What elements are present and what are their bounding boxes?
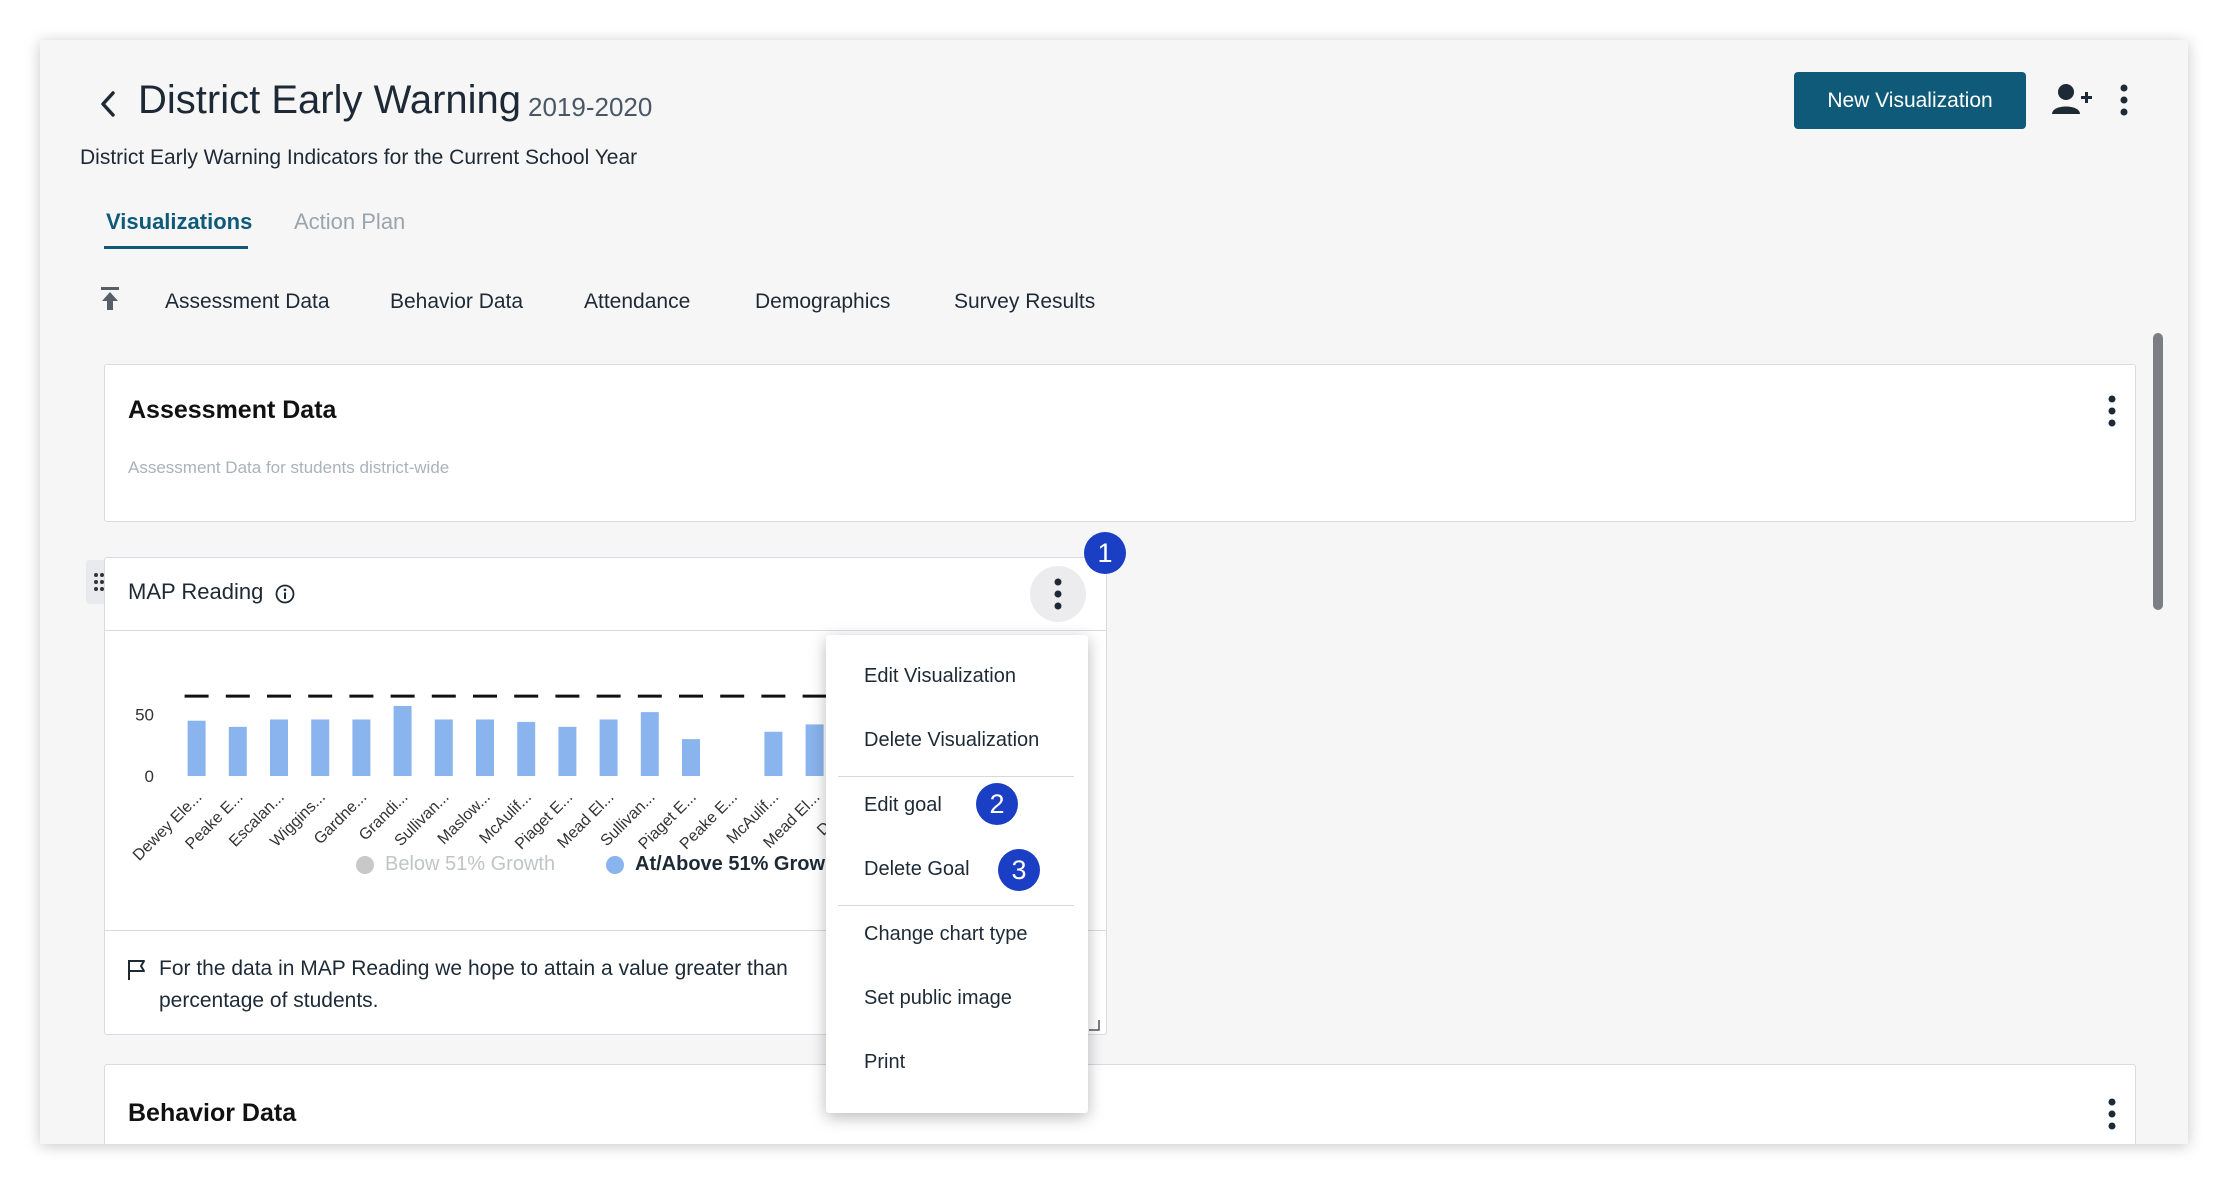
more-options-icon[interactable] (2112, 80, 2136, 120)
behavior-card-title: Behavior Data (128, 1099, 297, 1127)
active-tab-indicator (104, 246, 248, 249)
behavior-card-more-icon[interactable] (2100, 1094, 2124, 1134)
bar-at-above-growth[interactable] (393, 705, 412, 776)
bar-at-above-growth[interactable] (434, 719, 453, 776)
goal-text-line-2: percentage of students. (159, 989, 379, 1012)
page-title: District Early Warning (138, 78, 522, 122)
vertical-scrollbar[interactable] (2153, 333, 2163, 610)
viz-more-options-icon[interactable] (1030, 566, 1086, 622)
scroll-to-top-icon[interactable] (98, 284, 122, 314)
bar-at-above-growth[interactable] (805, 724, 824, 776)
bar-at-above-growth[interactable] (352, 719, 371, 776)
info-icon[interactable] (274, 583, 296, 605)
goal-description: For the data in MAP Reading we hope to a… (159, 953, 879, 1017)
resize-handle-icon[interactable] (1088, 1018, 1100, 1031)
legend-above-dot[interactable] (606, 856, 624, 874)
bar-at-above-growth[interactable] (270, 719, 288, 776)
legend-below-label[interactable]: Below 51% Growth (385, 853, 555, 876)
bar-at-above-growth[interactable] (558, 726, 577, 776)
bar-at-above-growth[interactable] (476, 719, 494, 776)
goal-text-line-1: For the data in MAP Reading we hope to a… (159, 957, 788, 980)
bar-at-above-growth[interactable] (311, 719, 330, 776)
assessment-data-card (104, 364, 2136, 522)
callout-badge-3: 3 (998, 849, 1040, 891)
add-user-icon[interactable] (2050, 82, 2094, 118)
assessment-card-title: Assessment Data (128, 396, 337, 424)
bar-at-above-growth[interactable] (517, 721, 536, 776)
bar-at-above-growth[interactable] (228, 726, 247, 776)
back-chevron-icon[interactable] (94, 86, 122, 122)
y-tick-label: 0 (145, 767, 154, 786)
bar-at-above-growth[interactable] (187, 720, 206, 776)
y-tick-label: 50 (135, 706, 154, 725)
menu-delete-visualization[interactable]: Delete Visualization (864, 729, 1039, 752)
menu-divider (838, 776, 1074, 777)
tab-action-plan[interactable]: Action Plan (294, 209, 405, 235)
viz-title: MAP Reading (128, 579, 264, 604)
flag-icon (126, 958, 148, 982)
legend-above-label[interactable]: At/Above 51% Grow (635, 853, 825, 876)
new-visualization-button[interactable]: New Visualization (1794, 72, 2026, 129)
menu-change-chart-type[interactable]: Change chart type (864, 923, 1027, 946)
bar-at-above-growth[interactable] (764, 731, 783, 776)
legend-below-dot[interactable] (356, 856, 374, 874)
assessment-card-more-icon[interactable] (2100, 391, 2124, 431)
menu-divider (838, 905, 1074, 906)
section-nav-demographics[interactable]: Demographics (755, 290, 890, 314)
section-nav-survey-results[interactable]: Survey Results (954, 290, 1095, 314)
bar-at-above-growth[interactable] (682, 739, 700, 776)
bar-at-above-growth[interactable] (640, 712, 659, 776)
menu-edit-goal[interactable]: Edit goal (864, 794, 942, 817)
menu-set-public-image[interactable]: Set public image (864, 987, 1012, 1010)
page-subtitle: District Early Warning Indicators for th… (80, 146, 638, 169)
menu-delete-goal[interactable]: Delete Goal (864, 858, 970, 881)
menu-print[interactable]: Print (864, 1051, 905, 1074)
viz-options-menu: Edit Visualization Delete Visualization … (826, 635, 1088, 1113)
section-nav-attendance[interactable]: Attendance (584, 290, 690, 314)
callout-badge-1: 1 (1084, 532, 1126, 574)
tab-visualizations[interactable]: Visualizations (106, 209, 252, 235)
app-window: District Early Warning 2019-2020 Distric… (40, 40, 2188, 1144)
behavior-data-card (104, 1064, 2136, 1144)
callout-badge-2: 2 (976, 783, 1018, 825)
assessment-card-description: Assessment Data for students district-wi… (128, 458, 450, 477)
section-nav-behavior-data[interactable]: Behavior Data (390, 290, 523, 314)
section-nav-assessment-data[interactable]: Assessment Data (165, 290, 330, 314)
bar-at-above-growth[interactable] (599, 719, 618, 776)
menu-edit-visualization[interactable]: Edit Visualization (864, 665, 1016, 688)
school-year: 2019-2020 (528, 92, 653, 122)
viz-header-divider (104, 630, 1107, 631)
